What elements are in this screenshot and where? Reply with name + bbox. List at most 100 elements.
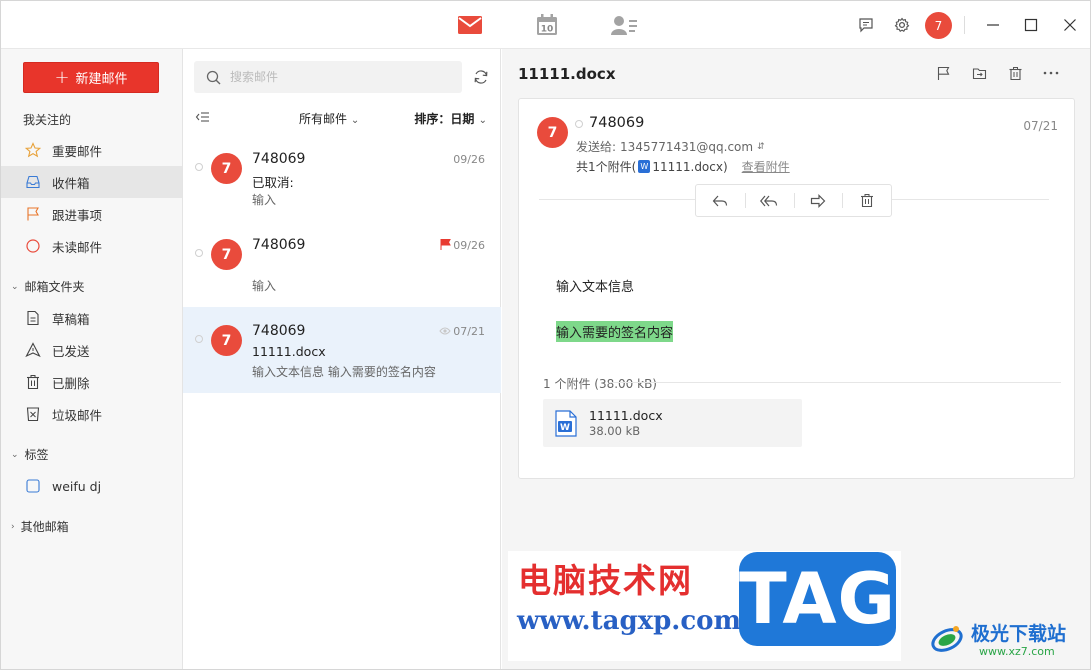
reply-all-icon (760, 195, 778, 206)
chat-bubble-icon (859, 18, 873, 33)
sidebar-item-label: 已删除 (52, 375, 90, 391)
calendar-tab[interactable]: 10 (532, 11, 562, 39)
calendar-icon: 10 (537, 14, 557, 35)
mail-preview: 输入文本信息 输入需要的签名内容 (252, 365, 436, 379)
filter-label: 所有邮件 (299, 112, 348, 126)
refresh-button[interactable] (471, 67, 491, 87)
watermark-brand2-name: 极光下载站 (971, 623, 1067, 645)
attachment-summary: 共1个附件( W 11111.docx ) 查看附件 (576, 158, 790, 175)
red-flag-icon[interactable] (440, 239, 451, 250)
read-status-dot[interactable] (195, 335, 203, 343)
sidebar-item-inbox[interactable]: 收件箱 (1, 166, 182, 198)
folder-move-icon (972, 67, 986, 79)
other-mailboxes-toggle[interactable]: › 其他邮箱 (11, 518, 69, 535)
folders-group-toggle[interactable]: ⌄ 邮箱文件夹 (11, 278, 85, 295)
draft-icon (25, 310, 41, 326)
minimize-button[interactable] (981, 13, 1005, 37)
compose-button[interactable]: + 新建邮件 (23, 62, 159, 93)
watermark-tag-logo: TAG (739, 552, 896, 646)
search-input[interactable] (230, 70, 430, 84)
filter-dropdown[interactable]: 所有邮件 ⌄ (299, 110, 359, 127)
account-avatar[interactable]: 7 (925, 12, 952, 39)
reply-button[interactable] (696, 184, 745, 217)
mail-date: 07/21 (453, 325, 485, 338)
more-options-button[interactable] (1041, 63, 1061, 83)
forward-button[interactable] (793, 184, 843, 217)
maximize-button[interactable] (1019, 13, 1043, 37)
sidebar-item-deleted[interactable]: 已删除 (1, 366, 182, 398)
recipients-line[interactable]: 发送给: 1345771431@qq.com ⇵ (576, 138, 765, 155)
sidebar-item-important[interactable]: 重要邮件 (1, 134, 182, 166)
mail-subject: 已取消: (252, 175, 294, 190)
tags-group-toggle[interactable]: ⌄ 标签 (11, 446, 49, 463)
watermark-site-name: 电脑技术网 (518, 561, 693, 600)
mail-subject: 11111.docx (252, 344, 326, 359)
sender-avatar: 7 (211, 153, 242, 184)
read-status-dot[interactable] (195, 163, 203, 171)
attachment-name: 11111.docx (589, 408, 663, 423)
settings-button[interactable] (890, 13, 914, 37)
mail-app-window: 10 7 + 新建邮件 我关注的 重要邮件 收件箱 跟进事项 未读邮件 ⌄ 邮箱… (0, 0, 1091, 670)
chevron-down-icon: ⌄ (11, 281, 19, 292)
flag-mail-button[interactable] (933, 63, 953, 83)
sidebar-item-label: 收件箱 (52, 175, 90, 191)
junk-icon (25, 406, 41, 422)
sidebar-item-unread[interactable]: 未读邮件 (1, 230, 182, 262)
svg-text:W: W (560, 423, 570, 433)
sidebar-item-followup[interactable]: 跟进事项 (1, 198, 182, 230)
mail-date: 09/26 (453, 153, 485, 166)
refresh-icon (474, 70, 488, 84)
mail-list-item[interactable]: 7 748069 09/26 已取消: 输入 (183, 135, 501, 221)
contacts-icon (611, 16, 637, 35)
expand-recipients-icon[interactable]: ⇵ (757, 142, 765, 152)
watermark-brand2: 极光下载站 www.xz7.com (929, 618, 1085, 668)
mail-tab[interactable] (455, 11, 485, 39)
sender-avatar: 7 (211, 325, 242, 356)
attach-summary-name: 11111.docx (652, 159, 723, 174)
flag-icon (937, 66, 949, 80)
chevron-down-icon: ⌄ (350, 115, 360, 126)
read-status-dot[interactable] (195, 249, 203, 257)
mail-content-card: 7 748069 07/21 发送给: 1345771431@qq.com ⇵ … (518, 98, 1075, 479)
plus-icon: + (54, 66, 70, 88)
sidebar-item-drafts[interactable]: 草稿箱 (1, 302, 182, 334)
contacts-tab[interactable] (609, 11, 639, 39)
delete-mail-button[interactable] (1005, 63, 1025, 83)
sidebar-item-label: 已发送 (52, 343, 90, 359)
view-attachments-link[interactable]: 查看附件 (742, 158, 790, 175)
reply-icon (713, 195, 728, 206)
collapse-sidebar-button[interactable] (195, 109, 211, 125)
attachment-card[interactable]: W 11111.docx 38.00 kB (543, 399, 802, 447)
feedback-button[interactable] (854, 13, 878, 37)
minimize-icon (987, 24, 999, 26)
sidebar-item-label: 垃圾邮件 (52, 407, 103, 423)
gear-icon (894, 17, 910, 32)
watermark-site-url: www.tagxp.com (517, 606, 742, 636)
mail-list-item[interactable]: 7 748069 09/26 输入 (183, 221, 501, 307)
mail-sender: 748069 (252, 237, 306, 253)
read-receipt-icon (439, 327, 451, 335)
tags-heading: 标签 (24, 448, 49, 462)
sender-avatar: 7 (537, 117, 568, 148)
sort-value: 日期 (450, 112, 475, 126)
close-button[interactable] (1058, 13, 1082, 37)
mail-list-item-selected[interactable]: 7 748069 07/21 11111.docx 输入文本信息 输入需要的签名… (183, 307, 501, 393)
chevron-down-icon: ⌄ (11, 449, 19, 460)
search-box[interactable] (194, 61, 462, 93)
sidebar-item-tag-weifu[interactable]: weifu dj (1, 470, 182, 502)
delete-button[interactable] (842, 184, 891, 217)
attachments-divider (609, 382, 1061, 383)
read-status-dot[interactable] (575, 120, 583, 128)
favorites-heading: 我关注的 (23, 113, 72, 127)
sidebar-item-junk[interactable]: 垃圾邮件 (1, 398, 182, 430)
word-document-icon: W (555, 410, 577, 437)
mail-sender[interactable]: 748069 (589, 115, 644, 131)
sort-dropdown[interactable]: 排序：日期 ⌄ (414, 110, 487, 127)
mail-icon (458, 16, 482, 34)
move-to-folder-button[interactable] (969, 63, 989, 83)
forward-icon (810, 193, 826, 208)
trash-icon (860, 194, 873, 208)
reply-all-button[interactable] (744, 184, 794, 217)
word-file-icon: W (638, 160, 651, 173)
sidebar-item-sent[interactable]: 已发送 (1, 334, 182, 366)
